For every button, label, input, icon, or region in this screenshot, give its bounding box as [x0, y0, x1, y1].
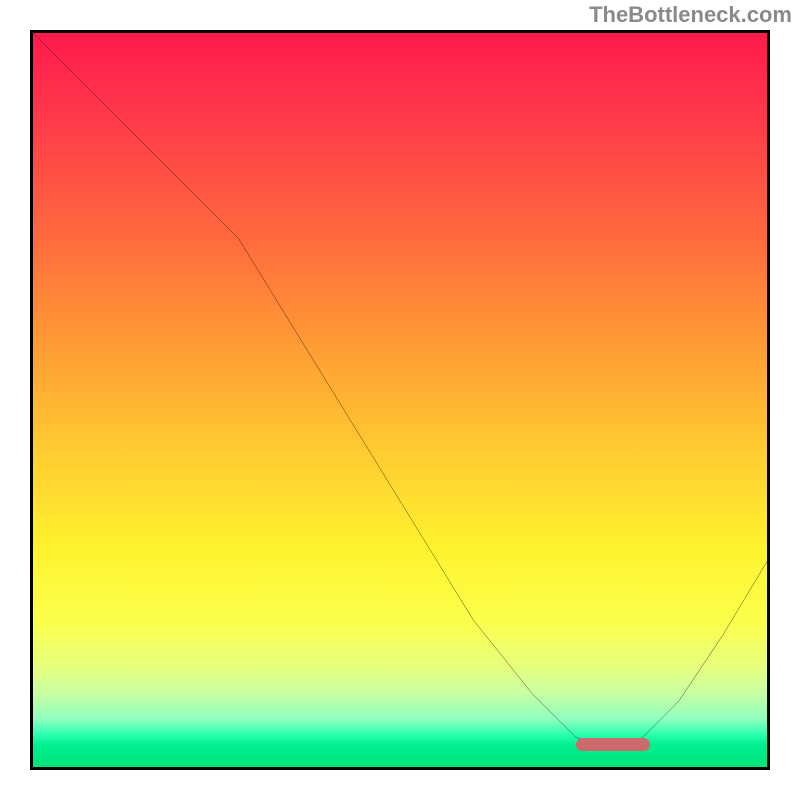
plot-area — [30, 30, 770, 770]
watermark-label: TheBottleneck.com — [589, 2, 792, 28]
chart-container: TheBottleneck.com — [0, 0, 800, 800]
bottleneck-curve — [33, 33, 767, 767]
optimal-range-marker — [576, 738, 649, 751]
